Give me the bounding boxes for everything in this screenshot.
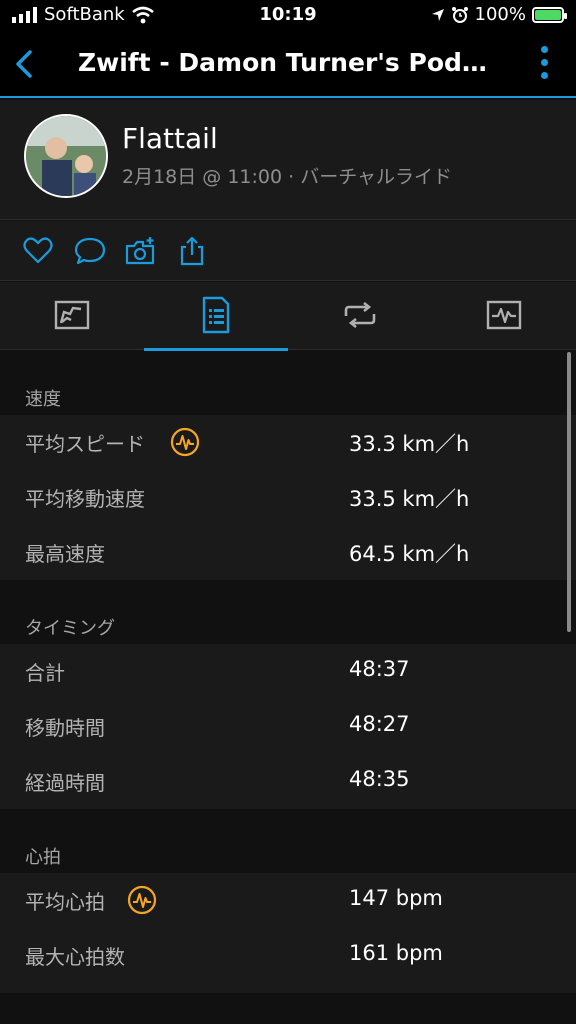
stat-row: 移動時間 48:27 xyxy=(0,699,576,754)
stat-label: 最高速度 xyxy=(25,542,105,566)
activity-tabs xyxy=(0,282,576,351)
stat-row: 平均スピード 33.3 km／h xyxy=(0,415,576,470)
section-title-timing: タイミング xyxy=(0,580,576,644)
insight-badge-icon[interactable] xyxy=(170,427,200,457)
athlete-name: Flattail xyxy=(122,122,218,155)
section-title-speed: 速度 xyxy=(0,351,576,415)
stat-value: 33.5 km／h xyxy=(349,487,470,511)
stat-value: 147 bpm xyxy=(349,886,443,910)
stats-tab[interactable] xyxy=(144,282,288,351)
map-icon xyxy=(54,300,90,330)
alarm-icon xyxy=(451,6,468,23)
action-row xyxy=(0,221,576,281)
back-chevron-icon[interactable] xyxy=(8,44,44,84)
laps-tab[interactable] xyxy=(288,282,432,350)
stat-value: 48:37 xyxy=(349,657,410,681)
status-bar: SoftBank 10:19 100% xyxy=(0,0,576,32)
insight-badge-icon[interactable] xyxy=(127,885,157,915)
battery-icon xyxy=(532,6,567,23)
more-options-icon[interactable] xyxy=(538,46,550,84)
stat-value: 64.5 km／h xyxy=(349,542,470,566)
stat-row: 経過時間 48:35 xyxy=(0,754,576,809)
nav-bar: Zwift - Damon Turner's Podcast... xyxy=(0,32,576,98)
page-title: Zwift - Damon Turner's Podcast... xyxy=(78,48,498,77)
stat-label: 最大心拍数 xyxy=(25,945,125,969)
stat-label: 合計 xyxy=(25,661,65,685)
stat-label: 平均心拍 xyxy=(25,890,105,914)
camera-add-icon[interactable] xyxy=(124,235,156,267)
charts-tab[interactable] xyxy=(432,282,576,350)
activity-header: Flattail 2月18日 @ 11:00 · バーチャルライド xyxy=(0,100,576,220)
stat-label: 移動時間 xyxy=(25,716,105,740)
section-title-heart-rate: 心拍 xyxy=(0,809,576,873)
stat-value: 33.3 km／h xyxy=(349,432,470,456)
stat-row: 最大心拍数 161 bpm xyxy=(0,928,576,983)
avatar[interactable] xyxy=(24,114,108,198)
stat-row: 合計 48:37 xyxy=(0,644,576,699)
chart-icon xyxy=(486,300,522,330)
stat-value: 161 bpm xyxy=(349,941,443,965)
stats-content[interactable]: 速度 平均スピード 33.3 km／h 平均移動速度 33.5 km／h 最高速… xyxy=(0,351,576,1024)
avatar-photo xyxy=(26,116,106,196)
repeat-icon xyxy=(344,301,376,329)
share-icon[interactable] xyxy=(176,235,208,267)
comment-icon[interactable] xyxy=(74,235,106,267)
activity-subtitle: 2月18日 @ 11:00 · バーチャルライド xyxy=(122,166,453,188)
scrollbar[interactable] xyxy=(567,352,571,632)
stat-label: 平均スピード xyxy=(25,432,145,456)
overview-tab[interactable] xyxy=(0,282,144,350)
battery-percent: 100% xyxy=(474,4,526,25)
stat-label: 平均移動速度 xyxy=(25,487,145,511)
location-icon xyxy=(431,8,444,21)
section-gap xyxy=(0,983,576,993)
stat-row: 最高速度 64.5 km／h xyxy=(0,525,576,580)
stat-row: 平均移動速度 33.5 km／h xyxy=(0,470,576,525)
status-right: 100% xyxy=(431,4,567,25)
stat-value: 48:35 xyxy=(349,767,410,791)
document-icon xyxy=(202,296,230,334)
stat-value: 48:27 xyxy=(349,712,410,736)
heart-icon[interactable] xyxy=(22,235,54,267)
stat-label: 経過時間 xyxy=(25,771,105,795)
stat-row: 平均心拍 147 bpm xyxy=(0,873,576,928)
